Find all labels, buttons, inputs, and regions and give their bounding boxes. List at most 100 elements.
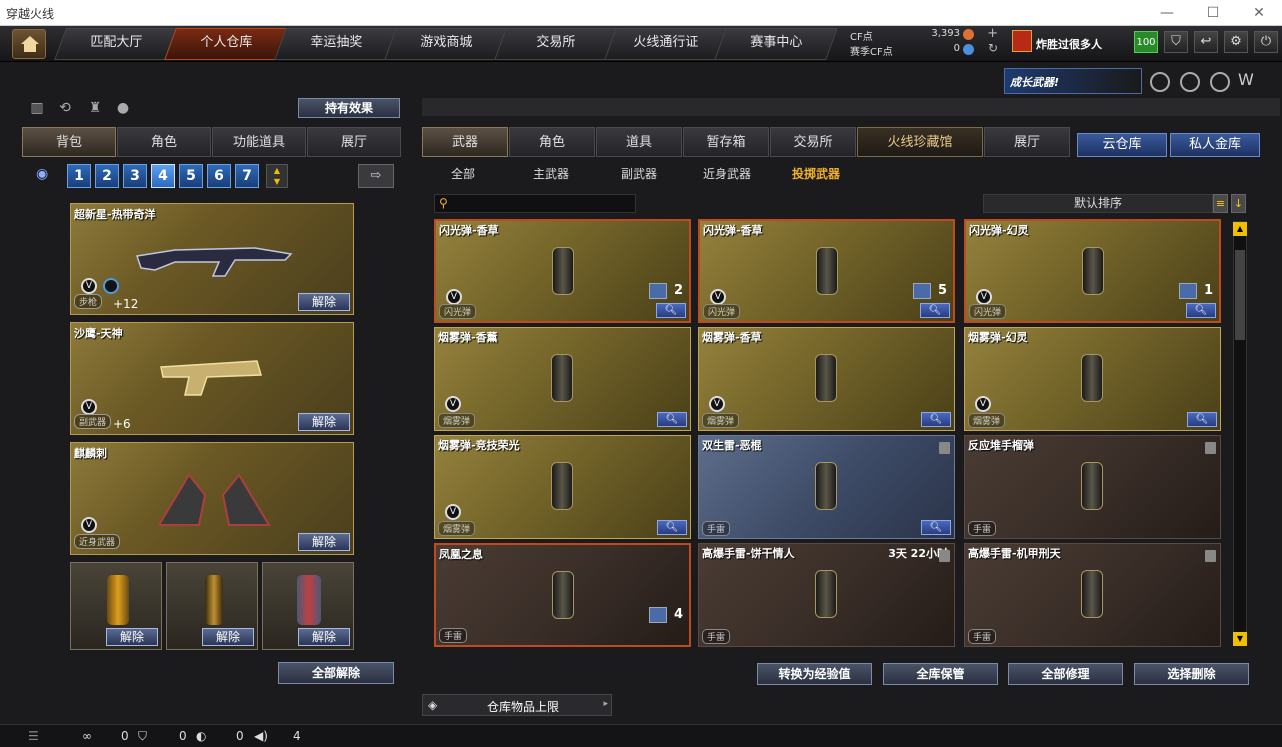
- refresh-icon[interactable]: ↻: [988, 41, 998, 55]
- tab-function-items[interactable]: 功能道具: [212, 127, 306, 157]
- tab-character[interactable]: 角色: [117, 127, 211, 157]
- tab-battle-pass[interactable]: 火线通行证: [604, 28, 728, 60]
- release-button[interactable]: 解除: [106, 628, 158, 646]
- grenade-slot[interactable]: 解除: [262, 562, 354, 650]
- back-icon[interactable]: ↩: [1194, 31, 1218, 53]
- item-card[interactable]: 烟雾弹-幻灵 V 烟雾弹 🔍︎: [964, 327, 1221, 431]
- shield-icon[interactable]: ⛉: [1164, 31, 1188, 53]
- scrollbar[interactable]: [1233, 221, 1247, 646]
- slot-number-4[interactable]: 4: [151, 164, 175, 188]
- item-card[interactable]: 烟雾弹-香薰 V 烟雾弹 🔍︎: [434, 327, 691, 431]
- inspect-button[interactable]: 🔍︎: [656, 303, 686, 318]
- gear-icon[interactable]: ⚙: [1224, 31, 1248, 53]
- trash-icon[interactable]: [939, 442, 950, 454]
- item-card[interactable]: 高爆手雷-饼干情人 3天 22小时 手雷: [698, 543, 955, 647]
- maximize-button[interactable]: ☐: [1190, 0, 1236, 26]
- search-input[interactable]: ⚲: [434, 194, 636, 213]
- repair-all-button[interactable]: 全部修理: [1008, 663, 1123, 685]
- history-icon[interactable]: ⟲: [56, 100, 74, 118]
- tab-cloud-storage[interactable]: 云仓库: [1077, 133, 1167, 157]
- release-button[interactable]: 解除: [298, 413, 350, 431]
- weapon-card-melee[interactable]: 麒麟刺 V 近身武器 解除: [70, 442, 354, 555]
- release-button[interactable]: 解除: [298, 628, 350, 646]
- trash-icon[interactable]: [1205, 442, 1216, 454]
- growth-weapon-banner[interactable]: 成长武器!: [1004, 68, 1142, 94]
- inspect-button[interactable]: 🔍︎: [657, 412, 687, 427]
- plus-icon[interactable]: +: [987, 26, 998, 41]
- item-card[interactable]: 闪光弹-幻灵 V 闪光弹 1 🔍︎: [964, 219, 1221, 323]
- weapon-card-pistol[interactable]: 沙鹰-天神 V 副武器 +6 解除: [70, 322, 354, 435]
- tab-items[interactable]: 道具: [596, 127, 682, 157]
- tab-backpack[interactable]: 背包: [22, 127, 116, 157]
- slot-number-1[interactable]: 1: [67, 164, 91, 188]
- store-all-button[interactable]: 全库保管: [883, 663, 998, 685]
- select-delete-button[interactable]: 选择删除: [1134, 663, 1249, 685]
- tab-characters[interactable]: 角色: [509, 127, 595, 157]
- power-icon[interactable]: ⏻: [1254, 31, 1278, 53]
- item-card[interactable]: 闪光弹-香草 V 闪光弹 2 🔍︎: [434, 219, 691, 323]
- sort-dropdown[interactable]: 默认排序: [983, 194, 1213, 213]
- w-logo-icon[interactable]: W: [1238, 72, 1258, 92]
- grenade-slot[interactable]: 解除: [166, 562, 258, 650]
- tab-personal-storage[interactable]: 个人仓库: [164, 28, 288, 60]
- category-throwing[interactable]: 投掷武器: [792, 165, 840, 182]
- grenade-icon[interactable]: ●: [114, 100, 132, 118]
- release-all-button[interactable]: 全部解除: [278, 662, 394, 684]
- scroll-down-button[interactable]: ▼: [1233, 632, 1247, 646]
- item-card[interactable]: 烟雾弹-竞技荣光 V 烟雾弹 🔍︎: [434, 435, 691, 539]
- grenade-slot[interactable]: 解除: [70, 562, 162, 650]
- tab-exchange[interactable]: 交易所: [770, 127, 856, 157]
- weapon-card-rifle[interactable]: 超新星-热带奇洋 V 步枪 +12 解除: [70, 203, 354, 315]
- scroll-up-button[interactable]: ▲: [1233, 222, 1247, 236]
- release-button[interactable]: 解除: [298, 533, 350, 551]
- tab-collection[interactable]: 火线珍藏馆: [857, 127, 983, 157]
- storage-limit-button[interactable]: ◈ 仓库物品上限 ▸: [422, 694, 612, 716]
- category-primary[interactable]: 主武器: [533, 165, 569, 182]
- category-all[interactable]: 全部: [451, 165, 475, 182]
- v-badge-icon[interactable]: [1150, 72, 1170, 92]
- inspect-button[interactable]: 🔍︎: [1187, 412, 1217, 427]
- blade-icon[interactable]: [1210, 72, 1230, 92]
- item-card[interactable]: 高爆手雷-机甲刑天 手雷: [964, 543, 1221, 647]
- tab-showroom[interactable]: 展厅: [984, 127, 1070, 157]
- tab-private-vault[interactable]: 私人金库: [1170, 133, 1260, 157]
- slot-scroll-arrows[interactable]: ▲ ▼: [266, 164, 288, 188]
- slot-number-7[interactable]: 7: [235, 164, 259, 188]
- slot-number-5[interactable]: 5: [179, 164, 203, 188]
- stats-icon[interactable]: ▥: [28, 100, 46, 118]
- trash-icon[interactable]: [1205, 550, 1216, 562]
- convert-exp-button[interactable]: 转换为经验值: [757, 663, 872, 685]
- category-secondary[interactable]: 副武器: [621, 165, 657, 182]
- tab-match-lobby[interactable]: 匹配大厅: [54, 28, 178, 60]
- release-button[interactable]: 解除: [202, 628, 254, 646]
- slot-number-3[interactable]: 3: [123, 164, 147, 188]
- inspect-button[interactable]: 🔍︎: [920, 303, 950, 318]
- tab-lucky-draw[interactable]: 幸运抽奖: [274, 28, 398, 60]
- item-card[interactable]: 双生雷-恶棍 手雷 🔍︎: [698, 435, 955, 539]
- effects-button[interactable]: 持有效果: [298, 98, 400, 118]
- scrollbar-thumb[interactable]: [1235, 250, 1245, 340]
- item-card[interactable]: 反应堆手榴弹 手雷: [964, 435, 1221, 539]
- item-card[interactable]: 闪光弹-香草 V 闪光弹 5 🔍︎: [698, 219, 955, 323]
- character-icon[interactable]: ♜: [86, 100, 104, 118]
- category-melee[interactable]: 近身武器: [703, 165, 751, 182]
- tab-game-store[interactable]: 游戏商城: [384, 28, 508, 60]
- list-view-icon[interactable]: ≡: [1213, 194, 1228, 213]
- inspect-button[interactable]: 🔍︎: [1186, 303, 1216, 318]
- tab-exchange[interactable]: 交易所: [494, 28, 618, 60]
- home-button[interactable]: [12, 29, 46, 59]
- slot-number-6[interactable]: 6: [207, 164, 231, 188]
- menu-icon[interactable]: ☰: [28, 729, 39, 743]
- inspect-button[interactable]: 🔍︎: [657, 520, 687, 535]
- slot-number-2[interactable]: 2: [95, 164, 119, 188]
- tab-event-center[interactable]: 赛事中心: [714, 28, 838, 60]
- transfer-icon[interactable]: ⇨: [358, 164, 394, 188]
- tab-weapons[interactable]: 武器: [422, 127, 508, 157]
- sort-arrow-icon[interactable]: ↓: [1231, 194, 1246, 213]
- inspect-button[interactable]: 🔍︎: [921, 520, 951, 535]
- minimize-button[interactable]: —: [1144, 0, 1190, 26]
- target-icon[interactable]: [1180, 72, 1200, 92]
- tab-showroom[interactable]: 展厅: [307, 127, 401, 157]
- inspect-button[interactable]: 🔍︎: [921, 412, 951, 427]
- tab-stash[interactable]: 暂存箱: [683, 127, 769, 157]
